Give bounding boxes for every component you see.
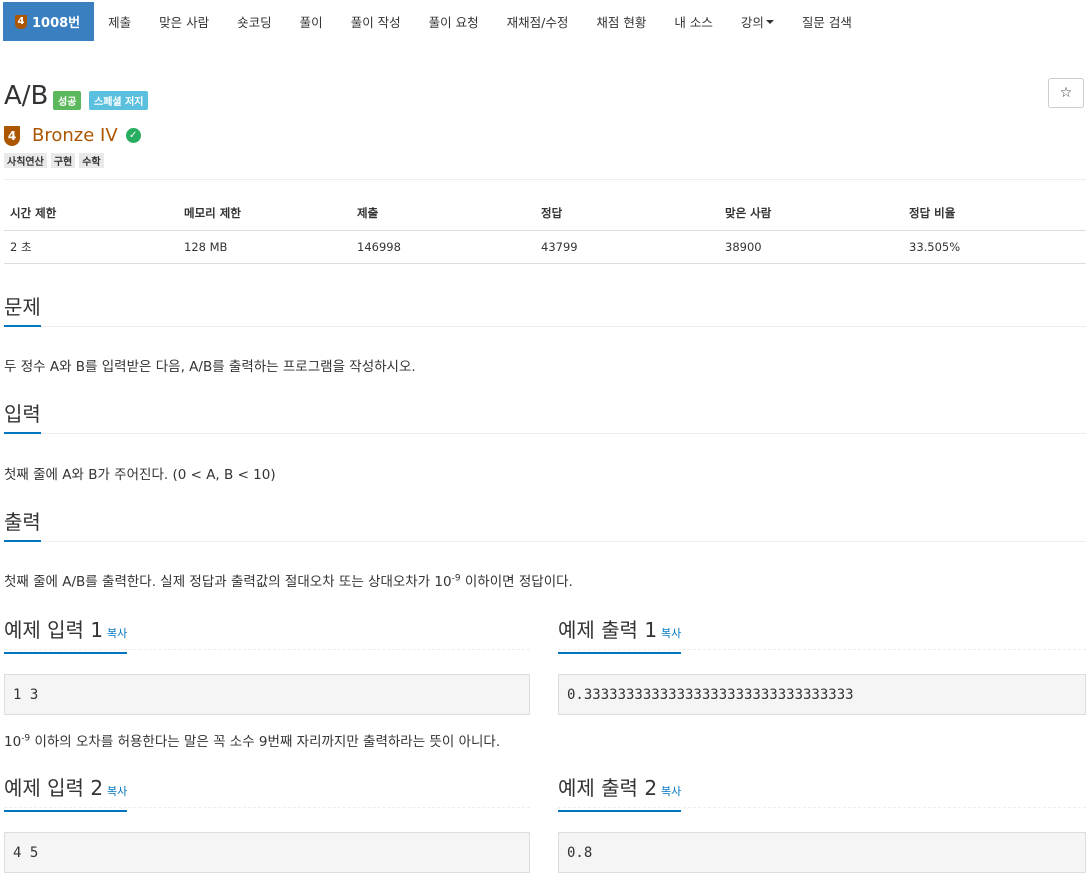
sample-note: 10-9 이하의 오차를 허용한다는 말은 꼭 소수 9번째 자리까지만 출력하… bbox=[4, 730, 501, 751]
special-judge-label: 스페셜 저지 bbox=[89, 91, 149, 110]
nav-problem-label: 1008번 bbox=[32, 16, 81, 31]
favorite-star-button[interactable]: ☆ bbox=[1048, 78, 1084, 108]
nav-item-lectures[interactable]: 강의 bbox=[727, 2, 788, 41]
tier-icon: 4 bbox=[15, 14, 27, 29]
nav-item-request-solution[interactable]: 풀이 요청 bbox=[415, 2, 493, 41]
input-title: 입력 bbox=[4, 399, 41, 434]
table-header-row: 시간 제한 메모리 제한 제출 정답 맞은 사람 정답 비율 bbox=[4, 196, 1086, 231]
header-memory-limit: 메모리 제한 bbox=[178, 196, 351, 231]
sample-output-1-title: 예제 출력 1 복사 bbox=[558, 615, 682, 654]
sample-input-1-label: 예제 입력 1 bbox=[4, 618, 104, 642]
sample-output-1[interactable]: 0.33333333333333333333333333333333 bbox=[558, 674, 1086, 715]
sample-output-2-title: 예제 출력 2 복사 bbox=[558, 773, 682, 812]
output-header: 출력 bbox=[4, 507, 1086, 542]
sample-input-2-title: 예제 입력 2 복사 bbox=[4, 773, 128, 812]
nav-item-solved-users[interactable]: 맞은 사람 bbox=[145, 2, 223, 41]
table-row: 2 초 128 MB 146998 43799 38900 33.505% bbox=[4, 230, 1086, 264]
copy-button[interactable]: 복사 bbox=[107, 785, 127, 798]
nav-item-solutions[interactable]: 풀이 bbox=[286, 2, 337, 41]
input-text: 첫째 줄에 A와 B가 주어진다. (0 < A, B < 10) bbox=[4, 467, 276, 483]
solved-users-value: 38900 bbox=[719, 230, 903, 264]
nav-item-rejudge[interactable]: 재채점/수정 bbox=[493, 2, 583, 41]
sample-input-2-label: 예제 입력 2 bbox=[4, 776, 104, 800]
note-exponent: -9 bbox=[21, 733, 31, 744]
output-text: 첫째 줄에 A/B를 출력한다. 실제 정답과 출력값의 절대오차 또는 상대오… bbox=[4, 570, 573, 591]
sample-output-2[interactable]: 0.8 bbox=[558, 832, 1086, 873]
tier-row: 4 Bronze IV ✓ bbox=[4, 125, 141, 146]
nav-item-question-search[interactable]: 질문 검색 bbox=[788, 2, 866, 41]
output-title: 출력 bbox=[4, 507, 41, 542]
tier-name[interactable]: Bronze IV bbox=[32, 125, 118, 146]
tier-badge-icon: 4 bbox=[4, 125, 20, 146]
nav-item-short-coding[interactable]: 숏코딩 bbox=[223, 2, 286, 41]
header-solved-users: 맞은 사람 bbox=[719, 196, 903, 231]
tag[interactable]: 구현 bbox=[50, 153, 76, 168]
output-text-post: 이하이면 정답이다. bbox=[460, 574, 573, 590]
success-label: 성공 bbox=[53, 91, 82, 110]
nav-lectures-label: 강의 bbox=[740, 15, 764, 30]
nav-item-write-solution[interactable]: 풀이 작성 bbox=[337, 2, 415, 41]
solved-check-icon: ✓ bbox=[125, 128, 141, 143]
sample-output-2-label: 예제 출력 2 bbox=[558, 776, 658, 800]
note-post: 이하의 오차를 허용한다는 말은 꼭 소수 9번째 자리까지만 출력하라는 뜻이… bbox=[30, 734, 501, 750]
sample-input-1[interactable]: 1 3 bbox=[4, 674, 530, 715]
description-header: 문제 bbox=[4, 292, 1086, 327]
time-limit-value: 2 초 bbox=[4, 230, 178, 264]
copy-button[interactable]: 복사 bbox=[661, 627, 681, 640]
algorithm-tags: 사칙연산 구현 수학 bbox=[4, 153, 104, 168]
nav-item-problem[interactable]: 4 1008번 bbox=[3, 2, 95, 41]
memory-limit-value: 128 MB bbox=[178, 230, 351, 264]
copy-button[interactable]: 복사 bbox=[107, 627, 127, 640]
divider bbox=[4, 179, 1086, 180]
star-icon: ☆ bbox=[1059, 85, 1073, 101]
description-text: 두 정수 A와 B를 입력받은 다음, A/B를 출력하는 프로그램을 작성하시… bbox=[4, 359, 416, 375]
sample-output-1-header: 예제 출력 1 복사 bbox=[558, 615, 1086, 654]
output-text-pre: 첫째 줄에 A/B를 출력한다. 실제 정답과 출력값의 절대오차 또는 상대오… bbox=[4, 574, 452, 590]
header-accepted: 정답 bbox=[535, 196, 719, 231]
submissions-value: 146998 bbox=[351, 230, 535, 264]
nav-item-status[interactable]: 채점 현황 bbox=[582, 2, 660, 41]
sample-input-1-title: 예제 입력 1 복사 bbox=[4, 615, 128, 654]
input-header: 입력 bbox=[4, 399, 1086, 434]
header-accept-ratio: 정답 비율 bbox=[903, 196, 1086, 231]
nav-item-submit[interactable]: 제출 bbox=[94, 2, 145, 41]
header-submissions: 제출 bbox=[351, 196, 535, 231]
sample-input-2-header: 예제 입력 2 복사 bbox=[4, 773, 530, 812]
note-pre: 10 bbox=[4, 734, 22, 750]
sample-input-2[interactable]: 4 5 bbox=[4, 832, 530, 873]
description-title: 문제 bbox=[4, 292, 41, 327]
sample-input-1-header: 예제 입력 1 복사 bbox=[4, 615, 530, 654]
header-time-limit: 시간 제한 bbox=[4, 196, 178, 231]
tag[interactable]: 수학 bbox=[79, 153, 104, 168]
accepted-value: 43799 bbox=[535, 230, 719, 264]
copy-button[interactable]: 복사 bbox=[661, 785, 681, 798]
problem-title: A/B bbox=[4, 81, 49, 111]
problem-nav: 4 1008번 제출 맞은 사람 숏코딩 풀이 풀이 작성 풀이 요청 재채점/… bbox=[3, 2, 866, 41]
problem-info-table: 시간 제한 메모리 제한 제출 정답 맞은 사람 정답 비율 2 초 128 M… bbox=[4, 196, 1086, 264]
tag[interactable]: 사칙연산 bbox=[4, 153, 47, 168]
caret-down-icon bbox=[765, 19, 774, 24]
sample-output-1-label: 예제 출력 1 bbox=[558, 618, 658, 642]
nav-item-my-source[interactable]: 내 소스 bbox=[660, 2, 726, 41]
accept-ratio-value: 33.505% bbox=[903, 230, 1086, 264]
output-exponent: -9 bbox=[451, 573, 461, 584]
sample-output-2-header: 예제 출력 2 복사 bbox=[558, 773, 1086, 812]
